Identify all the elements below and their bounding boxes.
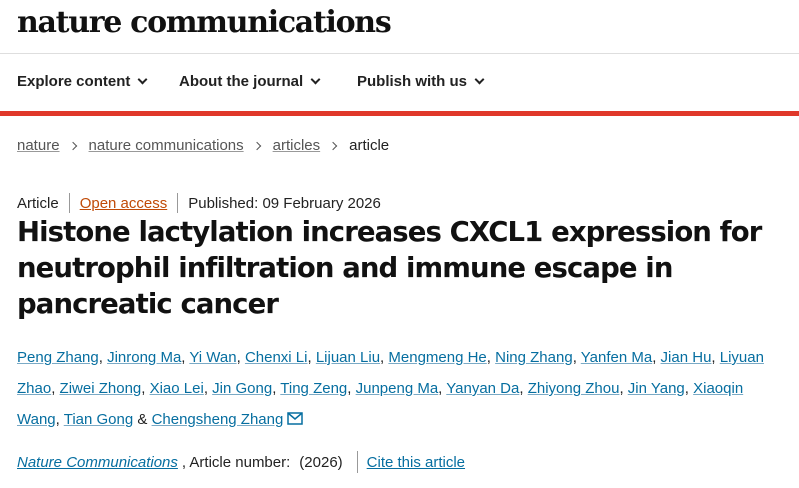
author-link[interactable]: Yanyan Da <box>446 380 519 397</box>
author-link[interactable]: Jinrong Ma <box>107 349 181 366</box>
journal-logo[interactable]: nature communications <box>17 5 392 40</box>
author-link[interactable]: Peng Zhang <box>17 349 99 366</box>
breadcrumb-articles[interactable]: articles <box>273 137 321 154</box>
breadcrumb-nature-communications[interactable]: nature communications <box>89 137 244 154</box>
author-list: Peng Zhang, Jinrong Ma, Yi Wan, Chenxi L… <box>17 349 764 428</box>
nav-explore-content[interactable]: Explore content <box>17 73 148 90</box>
email-icon[interactable] <box>287 412 304 425</box>
breadcrumb-nature[interactable]: nature <box>17 137 60 154</box>
author-link[interactable]: Ning Zhang <box>495 349 573 366</box>
author-link[interactable]: Ziwei Zhong <box>60 380 142 397</box>
author-link[interactable]: Xiao Lei <box>150 380 204 397</box>
author-link[interactable]: Chenxi Li <box>245 349 308 366</box>
author-link[interactable]: Jin Yang <box>628 380 685 397</box>
chevron-down-icon <box>474 74 485 84</box>
author-link[interactable]: Lijuan Liu <box>316 349 380 366</box>
author-link[interactable]: Jian Hu <box>661 349 712 366</box>
chevron-right-icon <box>68 141 77 150</box>
journal-link[interactable]: Nature Communications <box>17 454 178 471</box>
open-access-link[interactable]: Open access <box>80 195 168 212</box>
article-title: Histone lactylation increases CXCL1 expr… <box>17 216 762 320</box>
article-meta: Article Open access Published: 09 Februa… <box>17 193 381 213</box>
cite-this-article-link[interactable]: Cite this article <box>367 454 465 471</box>
author-link[interactable]: Chengsheng Zhang <box>152 411 284 428</box>
article-type: Article <box>17 194 59 212</box>
author-link[interactable]: Jin Gong <box>212 380 272 397</box>
author-link[interactable]: Ting Zeng <box>280 380 347 397</box>
nav-label: Publish with us <box>357 73 468 90</box>
breadcrumb: nature nature communications articles ar… <box>17 137 389 154</box>
published-date: Published: 09 February 2026 <box>188 194 381 212</box>
nav-label: About the journal <box>179 73 304 90</box>
divider <box>177 193 179 213</box>
chevron-right-icon <box>252 141 261 150</box>
publication-year: (2026) <box>299 453 343 471</box>
chevron-down-icon <box>310 74 321 84</box>
accent-bar <box>0 111 799 116</box>
chevron-down-icon <box>137 74 148 84</box>
nav-about-journal[interactable]: About the journal <box>179 73 321 90</box>
citation-line: Nature Communications , Article number: … <box>17 451 465 473</box>
divider <box>68 193 70 213</box>
author-link[interactable]: Yanfen Ma <box>581 349 652 366</box>
nav-label: Explore content <box>17 73 131 90</box>
main-nav: Explore content About the journal Publis… <box>0 54 799 111</box>
author-link[interactable]: Mengmeng He <box>388 349 486 366</box>
chevron-right-icon <box>328 141 338 150</box>
nav-publish-with-us[interactable]: Publish with us <box>357 73 485 90</box>
divider <box>356 451 358 473</box>
author-link[interactable]: Zhiyong Zhou <box>528 380 620 397</box>
breadcrumb-current: article <box>349 137 390 154</box>
article-number-label: , Article number: <box>181 453 291 471</box>
author-link[interactable]: Yi Wan <box>189 349 236 366</box>
author-link[interactable]: Junpeng Ma <box>356 380 439 397</box>
site-header: nature communications <box>0 0 799 54</box>
author-link[interactable]: Tian Gong <box>64 411 134 428</box>
